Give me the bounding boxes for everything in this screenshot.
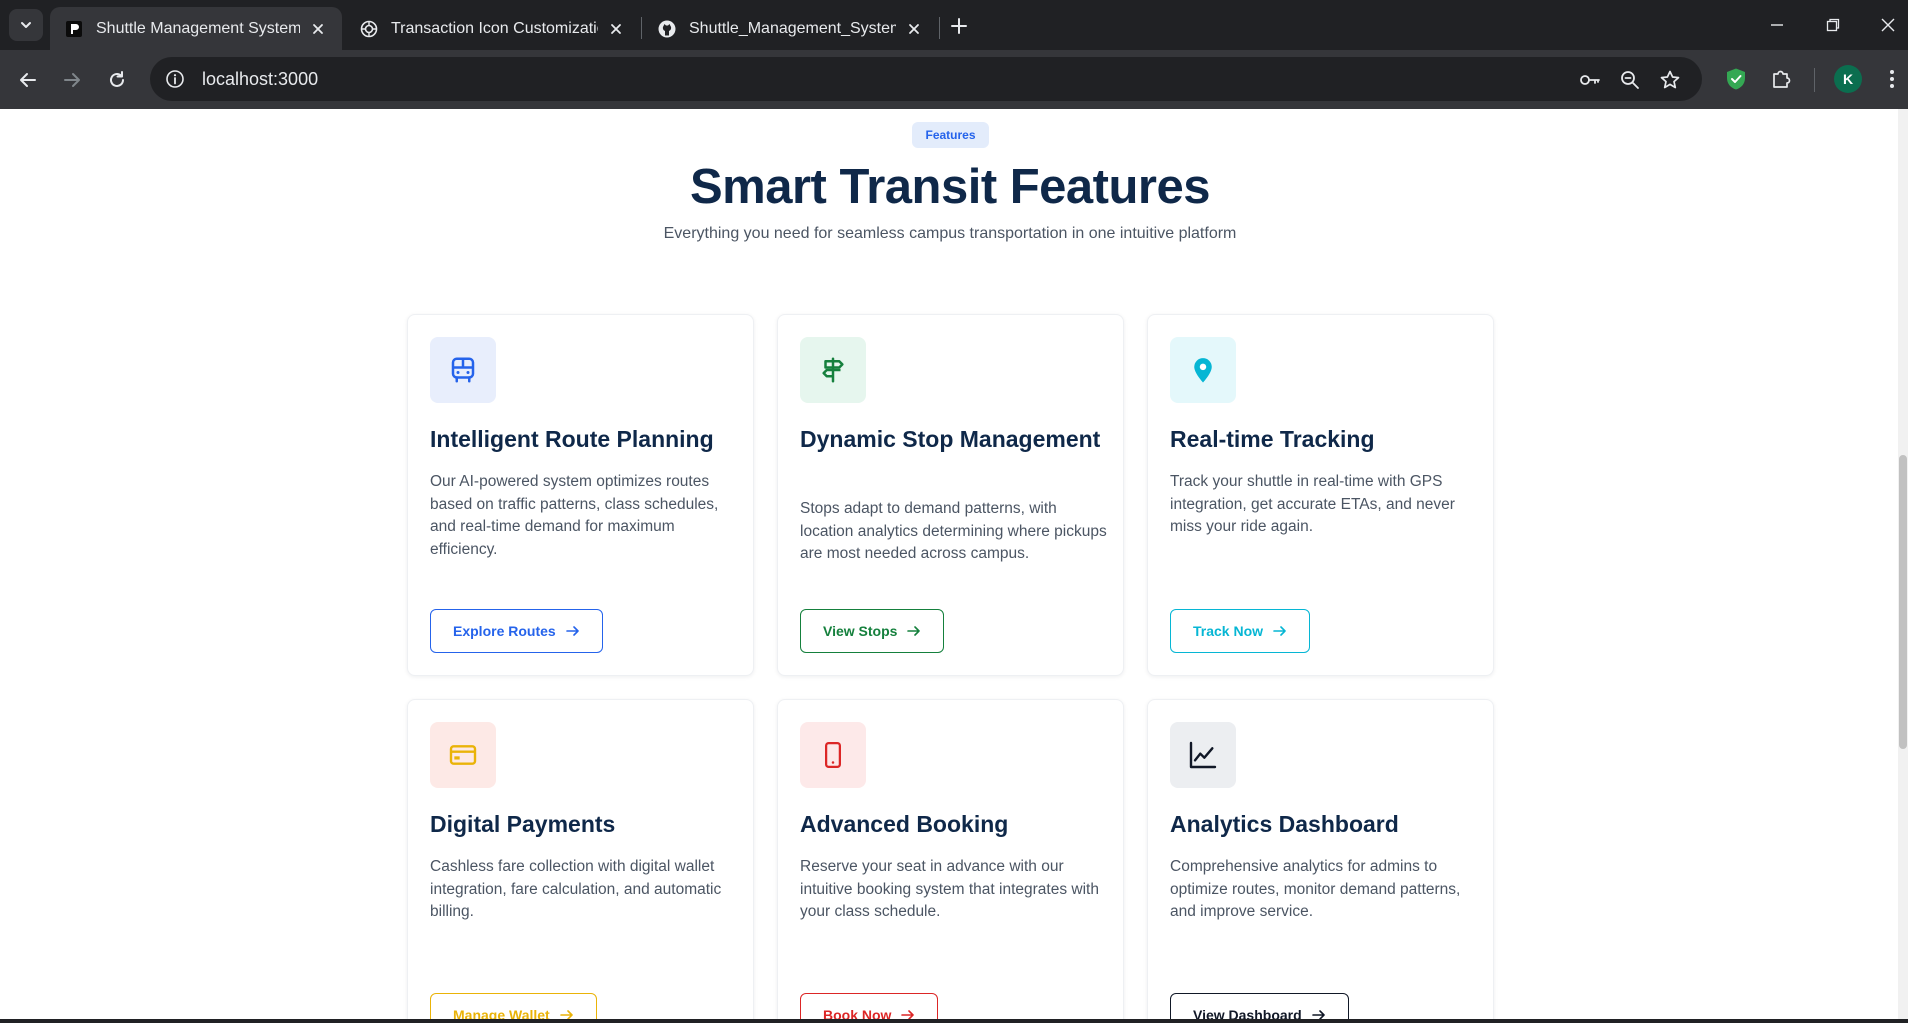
tab-shuttle-management[interactable]: Shuttle Management System: [50, 7, 342, 50]
stop-management-icon-box: [800, 337, 866, 403]
button-label: Explore Routes: [453, 623, 556, 639]
tab-title: Shuttle Management System: [96, 19, 300, 37]
profile-avatar[interactable]: K: [1834, 65, 1862, 93]
line-chart-icon: [1189, 741, 1217, 769]
reload-button[interactable]: [101, 64, 133, 96]
brand-p-icon: [64, 19, 84, 39]
arrow-right-icon: [64, 73, 80, 87]
arrow-right-icon: [1273, 625, 1287, 637]
button-label: Track Now: [1193, 623, 1264, 639]
map-pin-icon: [1194, 358, 1212, 383]
analytics-icon-box: [1170, 722, 1236, 788]
browser-tab-strip: Shuttle Management System Transaction Ic…: [0, 0, 1908, 50]
tab-search-button[interactable]: [9, 9, 43, 41]
feature-card-payments: Digital Payments Cashless fare collectio…: [407, 699, 754, 1023]
back-button[interactable]: [12, 64, 44, 96]
feature-card-booking: Advanced Booking Reserve your seat in ad…: [777, 699, 1124, 1023]
explore-routes-button[interactable]: Explore Routes: [430, 609, 603, 653]
password-key-icon[interactable]: [1578, 68, 1602, 92]
close-icon: [1881, 18, 1895, 32]
scrollbar-thumb[interactable]: [1899, 455, 1907, 749]
card-description: Our AI-powered system optimizes routes b…: [430, 473, 719, 558]
extensions-puzzle-icon[interactable]: [1766, 64, 1796, 94]
window-bottom-edge: [0, 1019, 1908, 1023]
card-title: Analytics Dashboard: [1170, 811, 1399, 837]
page-subtitle: Everything you need for seamless campus …: [663, 225, 1237, 242]
toolbar-divider: [1814, 68, 1815, 92]
browser-toolbar: localhost:3000 K: [0, 50, 1908, 109]
arrow-left-icon: [20, 73, 36, 87]
feature-card-stop-management: Dynamic Stop Management Stops adapt to d…: [777, 314, 1124, 676]
site-info-icon[interactable]: [164, 68, 186, 90]
features-badge: Features: [912, 122, 989, 148]
signpost-icon: [822, 357, 844, 383]
close-icon[interactable]: [606, 19, 626, 39]
tab-title: Transaction Icon Customization: [391, 19, 598, 37]
view-stops-button[interactable]: View Stops: [800, 609, 945, 653]
credit-card-icon: [449, 745, 477, 765]
card-description: Comprehensive analytics for admins to op…: [1170, 858, 1461, 920]
smartphone-icon: [825, 742, 841, 768]
zoom-icon[interactable]: [1618, 68, 1642, 92]
minimize-icon: [1771, 24, 1783, 26]
new-tab-button[interactable]: [945, 12, 973, 40]
page-scrollbar[interactable]: [1898, 109, 1908, 1023]
card-description: Track your shuttle in real-time with GPS…: [1170, 473, 1455, 535]
github-icon: [657, 19, 677, 39]
plus-icon: [951, 18, 967, 34]
card-title: Real-time Tracking: [1170, 426, 1375, 452]
arrow-right-icon: [907, 625, 921, 637]
tab-github-repo[interactable]: Shuttle_Management_System/fr: [643, 7, 938, 50]
reload-icon: [110, 71, 124, 87]
card-description: Stops adapt to demand patterns, with loc…: [800, 500, 1107, 562]
arrow-right-icon: [565, 625, 580, 637]
tab-separator: [641, 17, 642, 39]
restore-icon: [1826, 18, 1840, 32]
tab-separator: [939, 17, 940, 39]
address-bar[interactable]: localhost:3000: [150, 57, 1702, 101]
more-vert-icon[interactable]: [1877, 64, 1907, 94]
payments-icon-box: [430, 722, 496, 788]
forward-button[interactable]: [56, 64, 88, 96]
route-planning-icon-box: [430, 337, 496, 403]
feature-card-tracking: Real-time Tracking Track your shuttle in…: [1147, 314, 1494, 676]
page-title: Smart Transit Features: [689, 160, 1211, 214]
close-icon[interactable]: [308, 19, 328, 39]
openai-icon: [359, 19, 379, 39]
url-text: localhost:3000: [202, 68, 319, 89]
button-label: View Stops: [823, 623, 898, 639]
card-description: Reserve your seat in advance with our in…: [800, 858, 1099, 920]
tracking-icon-box: [1170, 337, 1236, 403]
minimize-button[interactable]: [1762, 10, 1792, 40]
tab-transaction-icon[interactable]: Transaction Icon Customization: [345, 7, 640, 50]
feature-card-route-planning: Intelligent Route Planning Our AI-powere…: [407, 314, 754, 676]
booking-icon-box: [800, 722, 866, 788]
track-now-button[interactable]: Track Now: [1170, 609, 1311, 653]
card-title: Advanced Booking: [800, 811, 1009, 837]
page-viewport: Features Smart Transit Features Everythi…: [0, 109, 1898, 1023]
shield-extension-icon[interactable]: [1721, 64, 1751, 94]
card-title: Intelligent Route Planning: [430, 426, 714, 452]
bus-icon: [451, 357, 475, 383]
close-window-button[interactable]: [1873, 10, 1903, 40]
card-title: Dynamic Stop Management: [800, 426, 1101, 452]
card-title: Digital Payments: [430, 811, 616, 837]
feature-card-analytics: Analytics Dashboard Comprehensive analyt…: [1147, 699, 1494, 1023]
bookmark-star-icon[interactable]: [1658, 68, 1682, 92]
tab-title: Shuttle_Management_System/fr: [689, 19, 896, 37]
chevron-down-icon: [21, 22, 31, 28]
close-icon[interactable]: [904, 19, 924, 39]
card-description: Cashless fare collection with digital wa…: [430, 858, 722, 920]
restore-button[interactable]: [1818, 10, 1848, 40]
